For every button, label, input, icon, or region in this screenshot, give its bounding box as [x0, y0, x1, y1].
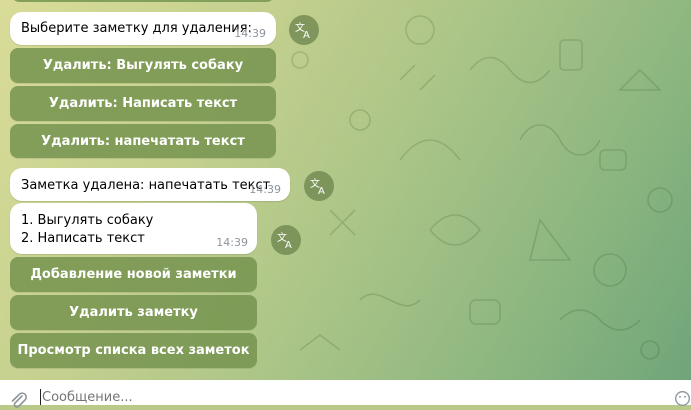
svg-text:A: A — [285, 240, 292, 249]
message-input-bar — [0, 380, 691, 408]
translate-button[interactable]: 文 A — [271, 225, 301, 255]
view-notes-list-button[interactable]: Просмотр списка всех заметок — [10, 333, 257, 368]
delete-note-button[interactable]: Удалить заметку — [10, 295, 257, 330]
svg-text:A: A — [303, 30, 310, 39]
svg-text:A: A — [318, 186, 325, 195]
message-text: Заметка удалена: напечатать текст — [21, 178, 271, 193]
message-bubble: Заметка удалена: напечатать текст 14:39 — [10, 168, 290, 201]
translate-icon: 文 A — [295, 21, 310, 39]
paperclip-icon[interactable] — [8, 390, 28, 410]
message-time: 14:39 — [234, 27, 266, 40]
delete-note-print-text-button[interactable]: Удалить: напечатать текст — [10, 124, 276, 158]
delete-note-walk-dog-button[interactable]: Удалить: Выгулять собаку — [10, 48, 276, 83]
message-time: 14:39 — [249, 183, 281, 196]
message-time: 14:39 — [216, 236, 248, 249]
translate-icon: 文 A — [310, 177, 325, 195]
previous-keyboard-button[interactable] — [10, 0, 276, 2]
note-list-item: 2. Написать текст — [21, 231, 145, 246]
add-note-button[interactable]: Добавление новой заметки — [10, 257, 257, 292]
translate-button[interactable]: 文 A — [304, 171, 334, 201]
message-bubble: 1. Выгулять собаку 2. Написать текст 14:… — [10, 203, 257, 254]
message-text: Выберите заметку для удаления: — [21, 21, 252, 36]
delete-note-write-text-button[interactable]: Удалить: Написать текст — [10, 86, 276, 121]
note-list-item: 1. Выгулять собаку — [21, 213, 154, 228]
translate-button[interactable]: 文 A — [289, 15, 319, 45]
message-bubble: Выберите заметку для удаления: 14:39 — [10, 12, 276, 45]
emoji-icon[interactable] — [674, 390, 691, 407]
chat-background: Выберите заметку для удаления: 14:39 文 A… — [0, 0, 691, 380]
message-input[interactable] — [42, 390, 602, 405]
text-caret — [40, 389, 41, 405]
translate-icon: 文 A — [277, 231, 292, 249]
